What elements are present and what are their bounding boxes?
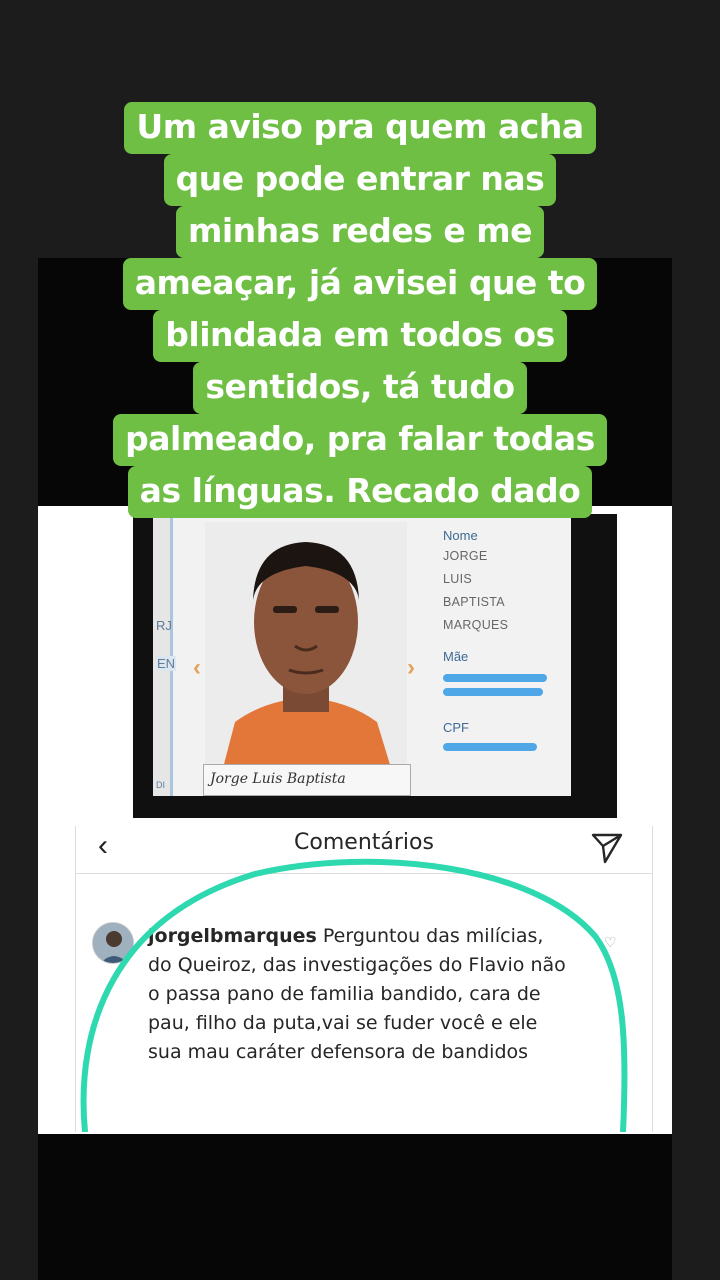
person-portrait-icon [205, 522, 407, 768]
signature-box: Jorge Luis Baptista [203, 764, 411, 796]
id-document-face: RJ EN DI ‹ › Jorge Luis Baptista Nome JO… [153, 514, 571, 796]
comments-header: ‹ Comentários [76, 826, 652, 874]
paper-plane-icon[interactable] [590, 831, 624, 865]
id-name-line: JORGE [443, 549, 488, 563]
chevron-left-icon: ‹ [193, 654, 201, 681]
redaction-mark [443, 674, 547, 682]
id-name-line: MARQUES [443, 618, 509, 632]
redaction-mark [443, 688, 543, 696]
id-left-label: EN [156, 656, 177, 671]
caption-line: ameaçar, já avisei que to [122, 258, 598, 310]
chevron-right-icon: › [407, 654, 415, 681]
id-cpf-label: CPF [443, 720, 469, 735]
id-name-line: BAPTISTA [443, 595, 505, 609]
caption-line: sentidos, tá tudo [193, 362, 527, 414]
caption-line: Um aviso pra quem acha [124, 102, 596, 154]
id-left-label: DI [156, 780, 165, 790]
id-name-value: JORGE LUIS BAPTISTA MARQUES [443, 545, 563, 637]
id-photo [205, 522, 407, 768]
id-side-stripe [153, 514, 173, 796]
id-mother-label: Mãe [443, 649, 469, 664]
comments-screenshot: ‹ Comentários jorgelbmarques Perguntou d… [75, 826, 653, 1132]
id-name-label: Nome [443, 528, 478, 543]
caption-line: que pode entrar nas [163, 154, 557, 206]
avatar[interactable] [92, 922, 134, 964]
heart-outline-icon[interactable]: ♡ [604, 934, 617, 951]
redaction-mark [443, 743, 537, 751]
comment-text: jorgelbmarques Perguntou das milícias, d… [148, 922, 568, 1067]
caption-line: as línguas. Recado dado [127, 466, 593, 518]
id-left-label: RJ [156, 618, 172, 633]
story-caption: Um aviso pra quem acha que pode entrar n… [20, 102, 700, 518]
comments-title: Comentários [294, 830, 434, 855]
caption-line: minhas redes e me [175, 206, 544, 258]
id-document-image: RJ EN DI ‹ › Jorge Luis Baptista Nome JO… [133, 514, 617, 818]
user-photo-icon [93, 923, 133, 963]
caption-line: blindada em todos os [153, 310, 567, 362]
id-name-line: LUIS [443, 572, 472, 586]
caption-line: palmeado, pra falar todas [113, 414, 607, 466]
id-info-column: Nome JORGE LUIS BAPTISTA MARQUES Mãe CPF [443, 528, 563, 751]
comment-username[interactable]: jorgelbmarques [148, 925, 317, 947]
